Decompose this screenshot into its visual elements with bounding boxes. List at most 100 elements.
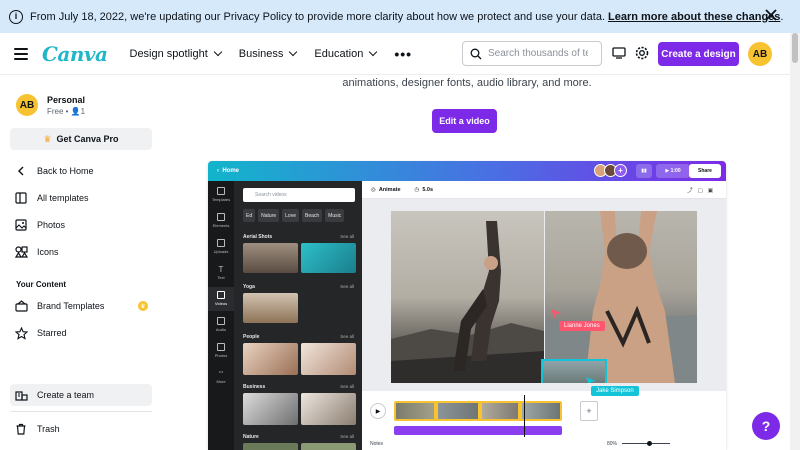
section-label: Business [243,384,266,390]
notes-label: Notes [370,441,384,447]
see-all-link: See all [340,384,354,389]
insights-icon: ▮▮ [636,164,652,178]
video-thumbnail [243,443,298,450]
sidebar-item-trash[interactable]: Trash [10,418,152,440]
more-icon[interactable]: ••• [394,46,412,62]
nav-design-spotlight[interactable]: Design spotlight [130,47,223,60]
audio-track [394,426,562,435]
sidebar-item-icons[interactable]: Icons [10,241,152,263]
banner-tail: . [780,10,784,23]
rail-videos: Videos [208,287,234,311]
search-input[interactable] [488,48,588,59]
play-duration-chip: ▶ 1:00 [656,164,690,178]
editor-toolbar: ◎ Animate ◷ 5.0s ⤴▢▣ [362,181,726,199]
crown-icon: ♛ [138,301,148,311]
time-label: 5.0s [422,186,434,193]
privacy-banner: i From July 18, 2022, we're updating our… [0,0,800,33]
sidebar-item-all-templates[interactable]: All templates [10,187,152,209]
help-button[interactable]: ? [752,412,780,440]
account-switcher[interactable]: AB Personal Free • 👤1 [16,94,85,116]
nav-business[interactable]: Business [239,47,298,60]
video-canvas: Lianne Jones [391,211,697,383]
rail-elements: Elements [208,213,234,228]
editor-topbar: ‹ Home + ▮▮ ▶ 1:00 Share [208,161,726,181]
video-thumbnail [301,243,356,273]
scrollbar-thumb[interactable] [792,33,798,63]
banner-text: From July 18, 2022, we're updating our P… [30,10,606,23]
rail-audio: Audio [208,317,234,332]
section-label: Aerial Shots [243,234,273,240]
section-label: People [243,334,260,340]
sidebar-item-back-home[interactable]: Back to Home [10,160,152,182]
sidebar-item-brand-templates[interactable]: Brand Templates ♛ [10,295,152,317]
close-icon[interactable] [764,8,778,22]
menu-icon[interactable] [14,47,28,60]
banner-learn-more-link[interactable]: Learn more about these changes [608,11,780,23]
timeline-clip [482,403,518,419]
video-thumbnail [301,343,356,375]
trash-icon [14,422,28,436]
rail-text: T Text [217,265,225,280]
cursor-icon [586,377,596,383]
see-all-link: See all [340,434,354,439]
account-plan: Free • 👤1 [47,106,86,116]
section-label: Yoga [243,284,255,290]
desktop-app-icon[interactable] [611,45,627,61]
collaborator-avatars: + [594,164,627,177]
nav-education[interactable]: Education [314,47,378,60]
brand-kit-icon [14,299,28,313]
add-clip-icon: + [580,401,598,421]
see-all-link: See all [340,284,354,289]
tag: Nature [258,209,280,222]
chevron-down-icon [213,47,223,57]
feature-description: animations, designer fonts, audio librar… [342,77,592,89]
yoga-photo-right [545,211,697,383]
zoom-level: 80% [607,441,618,447]
video-editor-preview: ‹ Home + ▮▮ ▶ 1:00 Share Templates Eleme… [208,161,726,450]
main-content: animations, designer fonts, audio librar… [164,76,790,450]
timeline-clip [396,403,434,419]
rail-uploads: Uploads [208,239,234,254]
avatar: AB [16,94,38,116]
animate-label: Animate [378,186,401,193]
avatar[interactable]: AB [748,42,772,66]
add-collaborator-icon: + [614,164,627,177]
see-all-link: See all [340,334,354,339]
sidebar: AB Personal Free • 👤1 ♛ Get Canva Pro Ba… [0,76,164,450]
video-thumbnail [243,343,298,375]
tag: Love [282,209,299,222]
get-canva-pro-button[interactable]: ♛ Get Canva Pro [10,128,152,150]
zoom-slider-knob [647,441,652,446]
sidebar-item-create-team[interactable]: Create a team [10,384,152,406]
section-label: Nature [243,434,259,440]
video-thumbnail [301,443,356,450]
timeline-clip [438,403,478,419]
photo-icon [14,218,28,232]
search-box[interactable] [462,41,602,66]
rail-more: ••• More [216,369,226,384]
info-icon: i [9,9,23,24]
chevron-down-icon [289,47,298,57]
page-scrollbar[interactable] [790,33,800,450]
video-thumbnail [243,243,298,273]
zoom-slider [622,443,670,444]
chevron-left-icon [14,164,28,178]
rail-templates: Templates [208,187,234,202]
canva-logo[interactable]: Canva [42,42,108,66]
team-icon [14,388,28,402]
rail-photos: Photos [208,343,234,358]
editor-timeline: ▶ + Notes 80% [362,391,726,450]
edit-video-button[interactable]: Edit a video [432,109,497,133]
sidebar-item-starred[interactable]: Starred [10,322,152,344]
chevron-down-icon [369,47,378,57]
gear-icon[interactable] [634,45,650,61]
collaborator-tag-lianne: Lianne Jones [559,321,605,331]
shapes-icon [14,245,28,259]
sidebar-item-photos[interactable]: Photos [10,214,152,236]
sidebar-divider [10,411,152,412]
tag: Music [325,209,345,222]
animate-icon: ◎ [371,186,376,193]
create-design-button[interactable]: Create a design [658,42,739,66]
play-icon: ▶ [370,403,386,419]
your-content-heading: Your Content [16,280,67,289]
